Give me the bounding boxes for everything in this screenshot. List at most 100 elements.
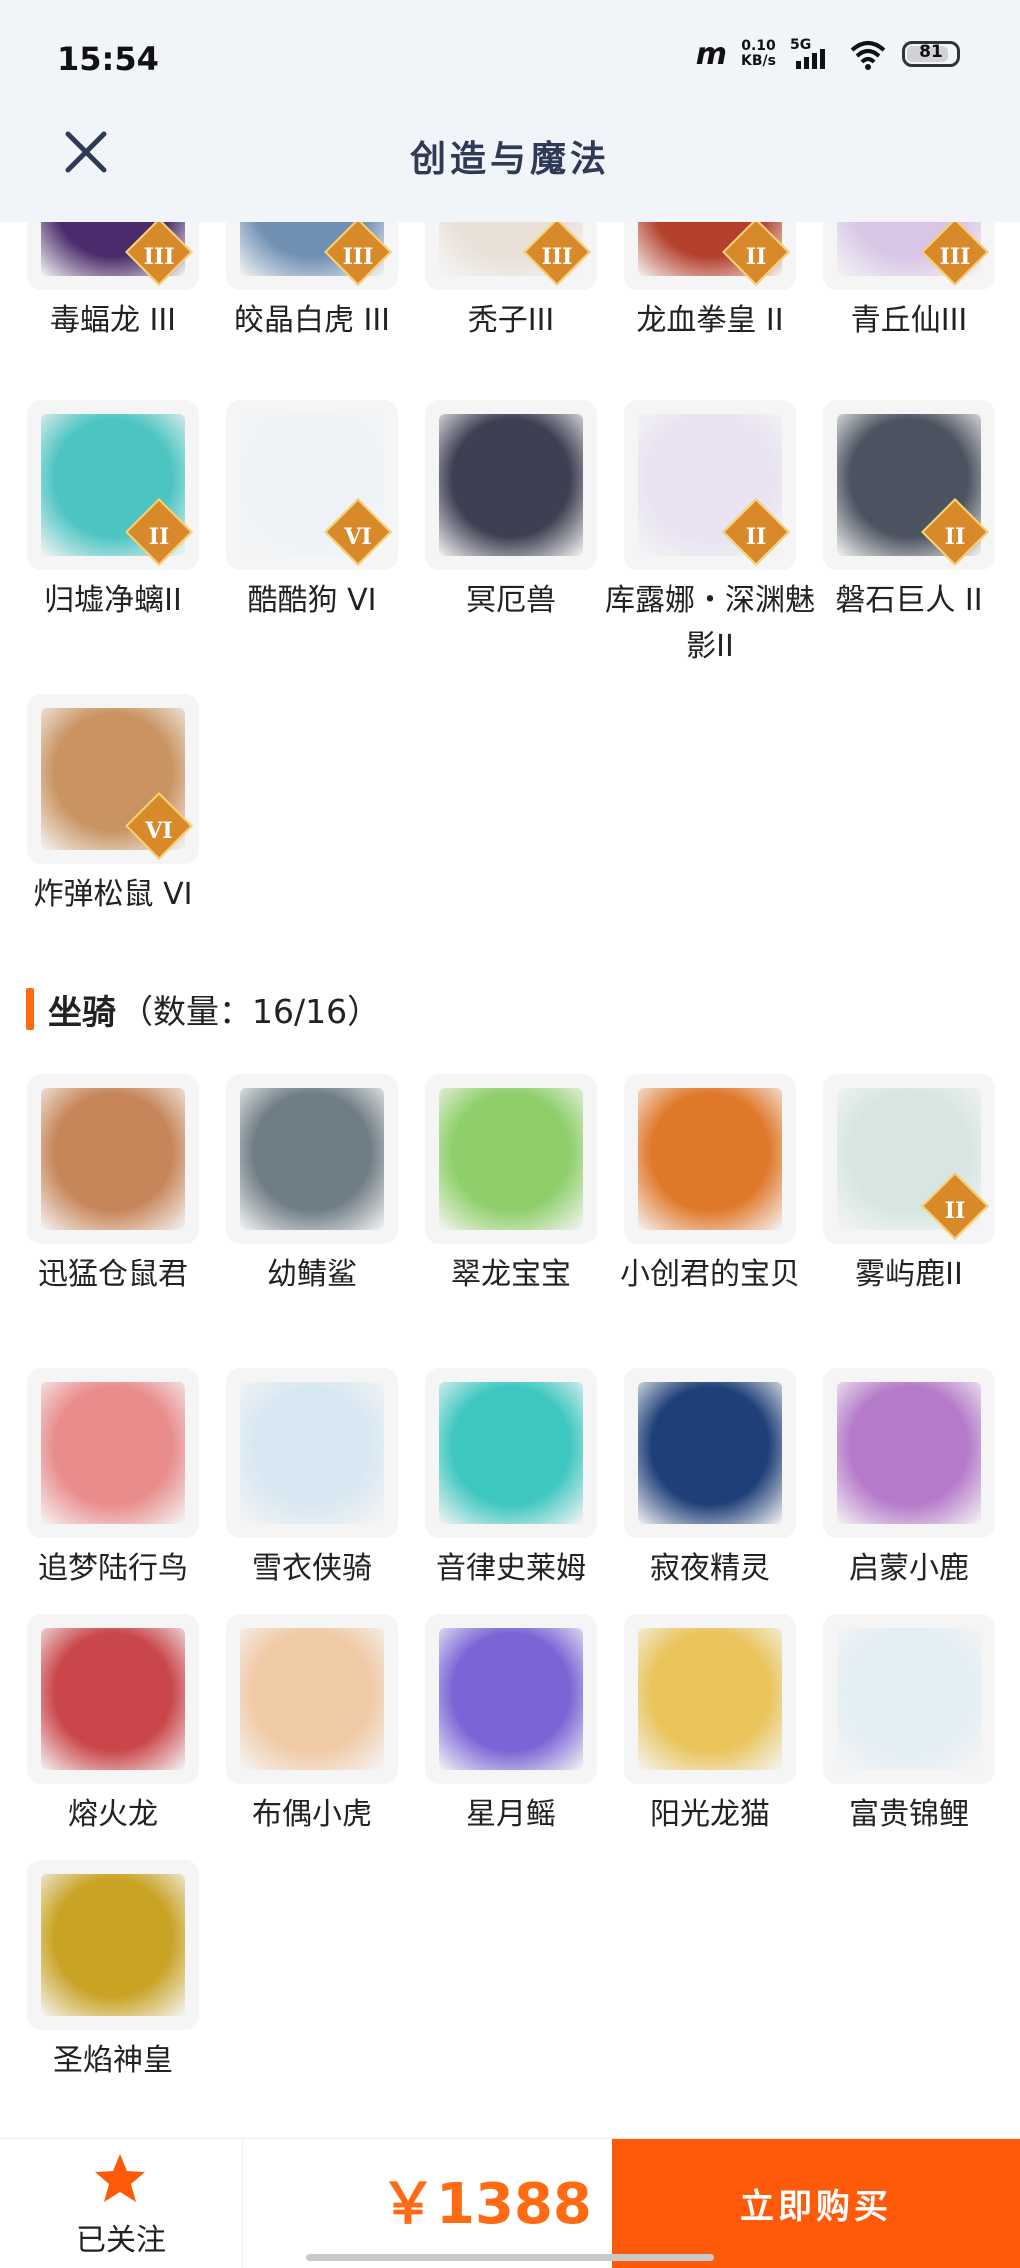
section-accent-bar [26, 988, 34, 1030]
tier-badge-text: II [148, 524, 170, 550]
tier-badge-text: II [745, 524, 767, 550]
item-thumbnail: II [624, 400, 796, 570]
item-thumbnail [27, 1614, 199, 1784]
item-thumbnail [425, 1074, 597, 1244]
status-icons: m 0.10 KB/s 5G 81 [696, 34, 960, 74]
section-title: 坐骑 [48, 992, 116, 1033]
item-artwork [41, 1382, 185, 1524]
item-artwork [41, 1088, 185, 1230]
item-thumbnail: VI [226, 400, 398, 570]
item-name: 雾屿鹿II [855, 1257, 963, 1292]
wifi-icon [850, 41, 886, 70]
item-name: 熔火龙 [68, 1797, 158, 1832]
item-artwork [240, 1088, 384, 1230]
item-artwork [837, 1628, 981, 1770]
network-speed: 0.10 KB/s [741, 38, 776, 69]
item-artwork [240, 1628, 384, 1770]
item-artwork [240, 1382, 384, 1524]
item-name: 冥厄兽 [466, 583, 556, 618]
item-thumbnail [27, 1860, 199, 2030]
item-artwork [638, 1382, 782, 1524]
item-name: 迅猛仓鼠君 [38, 1257, 188, 1292]
item-artwork [439, 414, 583, 556]
item-name: 音律史莱姆 [436, 1551, 586, 1586]
bottom-bar: 已关注 ￥1388 立即购买 [0, 2138, 1020, 2268]
item-name: 阳光龙猫 [650, 1797, 770, 1832]
tier-badge-text: II [745, 244, 767, 270]
item-thumbnail [27, 1368, 199, 1538]
item-artwork [837, 1382, 981, 1524]
item-thumbnail: III [226, 222, 398, 290]
item-artwork [439, 1088, 583, 1230]
item-thumbnail [624, 1368, 796, 1538]
mounts-section-header: 坐骑 （数量：16/16） [26, 986, 381, 1033]
item-name: 磐石巨人 II [835, 583, 983, 618]
home-indicator [306, 2254, 714, 2261]
item-thumbnail [425, 1614, 597, 1784]
item-name: 雪衣侠骑 [252, 1551, 372, 1586]
item-artwork [41, 1874, 185, 2016]
carrier-logo-icon: m [695, 36, 728, 72]
item-thumbnail [624, 1074, 796, 1244]
tier-badge-text: VI [344, 524, 372, 550]
signal-icon: 5G [790, 37, 834, 71]
item-thumbnail: III [425, 222, 597, 290]
item-artwork [439, 1628, 583, 1770]
item-name: 酷酷狗 VI [247, 583, 377, 618]
tier-badge-text: VI [145, 818, 173, 844]
tier-badge-text: III [541, 244, 573, 270]
item-thumbnail: II [823, 1074, 995, 1244]
item-name: 库露娜・深渊魅影II [605, 583, 815, 664]
item-name: 毒蝠龙 III [49, 303, 177, 338]
item-thumbnail [27, 1074, 199, 1244]
star-icon [95, 2154, 145, 2202]
item-thumbnail [823, 1614, 995, 1784]
item-thumbnail [823, 1368, 995, 1538]
item-artwork [41, 1628, 185, 1770]
tier-badge-text: III [342, 244, 374, 270]
item-name: 星月鳐 [466, 1797, 556, 1832]
tier-badge-text: III [939, 244, 971, 270]
item-name: 龙血拳皇 II [636, 303, 784, 338]
item-name: 追梦陆行鸟 [38, 1551, 188, 1586]
item-artwork [439, 1382, 583, 1524]
item-thumbnail [226, 1368, 398, 1538]
item-artwork [638, 1088, 782, 1230]
item-name: 皎晶白虎 III [233, 303, 391, 338]
item-thumbnail: II [624, 222, 796, 290]
item-thumbnail [226, 1614, 398, 1784]
item-name: 幼鲭鲨 [267, 1257, 357, 1292]
item-artwork [638, 1628, 782, 1770]
item-name: 寂夜精灵 [650, 1551, 770, 1586]
title-bar: 创造与魔法 [0, 118, 1020, 222]
buy-now-button[interactable]: 立即购买 [612, 2139, 1020, 2268]
status-time: 15:54 [57, 40, 159, 78]
battery-icon: 81 [902, 41, 960, 67]
content-scroll[interactable]: III 毒蝠龙 III III 皎晶白虎 III III 秃子III II 龙血拳皇 II II… [0, 222, 1020, 2138]
item-name: 富贵锦鲤 [849, 1797, 969, 1832]
item-thumbnail: II [27, 400, 199, 570]
item-name: 青丘仙III [850, 303, 968, 338]
status-bar: 15:54 m 0.10 KB/s 5G 81 [0, 0, 1020, 118]
item-name: 小创君的宝贝 [620, 1257, 800, 1292]
item-name: 翠龙宝宝 [451, 1257, 571, 1292]
item-thumbnail: VI [27, 694, 199, 864]
tier-badge-text: II [944, 524, 966, 550]
follow-button[interactable]: 已关注 [0, 2139, 243, 2268]
item-thumbnail [425, 1368, 597, 1538]
tier-badge-text: III [143, 244, 175, 270]
item-thumbnail [226, 1074, 398, 1244]
item-thumbnail: III [823, 222, 995, 290]
item-thumbnail [425, 400, 597, 570]
item-name: 布偶小虎 [252, 1797, 372, 1832]
tier-badge-text: II [944, 1198, 966, 1224]
item-name: 归墟净螭II [44, 583, 182, 618]
item-name: 启蒙小鹿 [849, 1551, 969, 1586]
page-title: 创造与魔法 [409, 139, 610, 180]
item-name: 圣焰神皇 [53, 2043, 173, 2078]
item-name: 秃子III [467, 303, 555, 338]
section-count: （数量：16/16） [120, 992, 381, 1031]
item-thumbnail: III [27, 222, 199, 290]
item-thumbnail [624, 1614, 796, 1784]
price: ￥1388 [380, 2172, 592, 2237]
